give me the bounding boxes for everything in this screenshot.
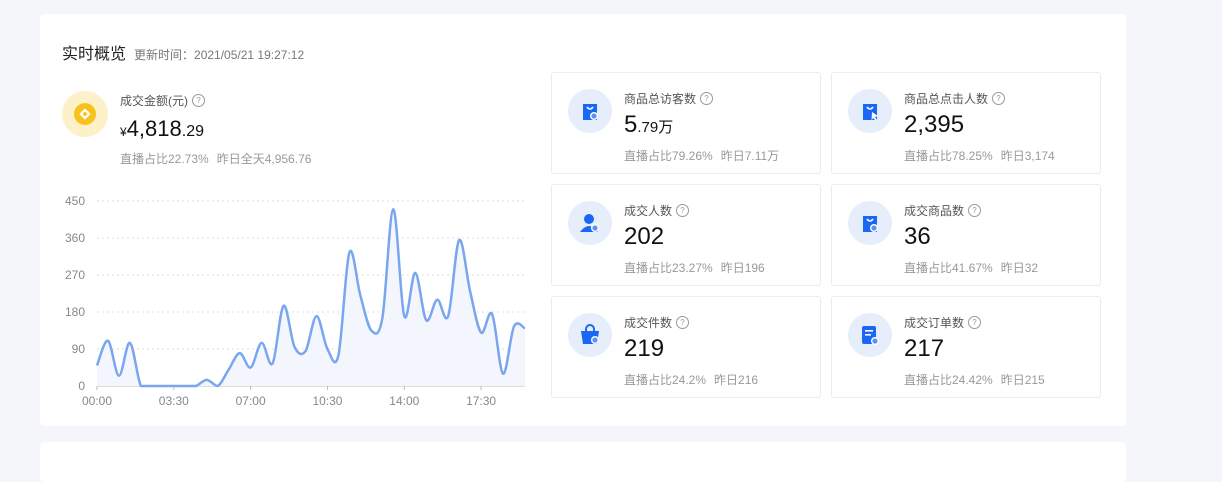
metric-label: 成交人数? [624, 202, 690, 219]
metric-value-main: 217 [904, 335, 945, 362]
metric-live-share: 直播占比24.42% [904, 373, 993, 387]
metric-subtext: 直播占比78.25% 昨日3,174 [904, 147, 1055, 164]
metric-card-buyers[interactable]: 成交人数? 202 直播占比23.27% 昨日196 [551, 184, 821, 286]
metric-value-main: 219 [624, 335, 665, 362]
bag-visitor-icon [568, 89, 612, 133]
metric-yesterday: 昨日32 [1000, 261, 1039, 275]
y-tick-label: 180 [65, 305, 85, 319]
gmv-value: ¥4,818.29 [120, 116, 204, 142]
metric-subtext: 直播占比79.26% 昨日7.11万 [624, 147, 779, 164]
gmv-label-text: 成交金额(元) [120, 94, 188, 108]
metric-subtext: 直播占比24.2% 昨日216 [624, 371, 758, 388]
metric-label: 成交件数? [624, 314, 690, 331]
metric-subtext: 直播占比23.27% 昨日196 [624, 259, 765, 276]
series-area [97, 209, 525, 386]
gmv-yesterday: 昨日全天4,956.76 [216, 152, 312, 166]
gmv-value-dec: .29 [181, 123, 204, 140]
metric-live-share: 直播占比41.67% [904, 261, 993, 275]
update-time: 更新时间：2021/05/21 19:27:12 [134, 48, 305, 62]
basket-yuan-icon [568, 313, 612, 357]
metric-value: 219 [624, 335, 664, 363]
metric-label: 成交商品数? [904, 202, 982, 219]
metric-label-text: 成交件数 [624, 316, 673, 330]
x-tick-label: 00:00 [82, 394, 112, 408]
currency-symbol: ¥ [120, 125, 127, 139]
help-icon[interactable]: ? [968, 316, 982, 329]
metric-live-share: 直播占比24.2% [624, 373, 707, 387]
y-tick-label: 270 [65, 268, 85, 282]
help-icon[interactable]: ? [192, 94, 205, 107]
metric-label: 商品总点击人数? [904, 90, 1006, 107]
metric-live-share: 直播占比78.25% [904, 149, 993, 163]
metric-yesterday: 昨日196 [720, 261, 765, 275]
metric-subtext: 直播占比41.67% 昨日32 [904, 259, 1038, 276]
metric-label-text: 商品总访客数 [624, 92, 697, 106]
realtime-overview-card: 实时概览 更新时间：2021/05/21 19:27:12 成交金额(元) ? … [40, 14, 1126, 426]
help-icon[interactable]: ? [992, 92, 1006, 105]
metric-card-clicks[interactable]: 商品总点击人数? 2,395 直播占比78.25% 昨日3,174 [831, 72, 1101, 174]
overview-header: 实时概览 更新时间：2021/05/21 19:27:12 [62, 40, 305, 63]
metric-value-main: 5 [624, 111, 638, 138]
metric-yesterday: 昨日7.11万 [720, 149, 780, 163]
y-tick-label: 360 [65, 231, 85, 245]
metric-label-text: 成交商品数 [904, 204, 965, 218]
y-tick-label: 450 [65, 194, 85, 208]
y-tick-label: 0 [78, 379, 85, 393]
x-tick-label: 14:00 [389, 394, 419, 408]
gmv-trend-chart: 0 90 180 270 360 450 00:00 03:30 07:00 10:30 14:00… [65, 194, 526, 408]
metric-value: 5.79万 [624, 111, 673, 139]
metric-value: 217 [904, 335, 944, 363]
x-tick-label: 07:00 [236, 394, 266, 408]
gmv-live-share: 直播占比22.73% [120, 152, 209, 166]
metric-live-share: 直播占比23.27% [624, 261, 713, 275]
x-tick-label: 10:30 [312, 394, 342, 408]
order-yuan-icon [848, 313, 892, 357]
metric-value-main: 202 [624, 223, 665, 250]
next-section-card [40, 442, 1126, 482]
metric-card-items[interactable]: 成交件数? 219 直播占比24.2% 昨日216 [551, 296, 821, 398]
metric-card-visitors[interactable]: 商品总访客数? 5.79万 直播占比79.26% 昨日7.11万 [551, 72, 821, 174]
gmv-label: 成交金额(元) ? [120, 92, 205, 109]
metric-value: 202 [624, 223, 664, 251]
metric-label-text: 成交人数 [624, 204, 673, 218]
metric-card-orders[interactable]: 成交订单数? 217 直播占比24.42% 昨日215 [831, 296, 1101, 398]
bag-yuan-icon [848, 201, 892, 245]
metric-label: 商品总访客数? [624, 90, 714, 107]
metric-value: 2,395 [904, 111, 964, 139]
metric-yesterday: 昨日216 [714, 373, 759, 387]
metric-label-text: 商品总点击人数 [904, 92, 989, 106]
gmv-subtext: 直播占比22.73% 昨日全天4,956.76 [120, 150, 311, 167]
metric-card-products[interactable]: 成交商品数? 36 直播占比41.67% 昨日32 [831, 184, 1101, 286]
metric-label-text: 成交订单数 [904, 316, 965, 330]
metric-value: 36 [904, 223, 931, 251]
x-tick-label: 17:30 [466, 394, 496, 408]
metric-live-share: 直播占比79.26% [624, 149, 713, 163]
user-yuan-icon [568, 201, 612, 245]
help-icon[interactable]: ? [676, 204, 690, 217]
metric-yesterday: 昨日3,174 [1000, 149, 1055, 163]
metric-value-main: 36 [904, 223, 931, 250]
x-tick-label: 03:30 [159, 394, 189, 408]
metric-subtext: 直播占比24.42% 昨日215 [904, 371, 1045, 388]
metric-value-main: 2,395 [904, 111, 965, 138]
y-tick-label: 90 [72, 342, 86, 356]
coin-icon [62, 91, 108, 137]
metric-label: 成交订单数? [904, 314, 982, 331]
help-icon[interactable]: ? [968, 204, 982, 217]
metric-value-small: .79万 [637, 119, 674, 136]
help-icon[interactable]: ? [676, 316, 690, 329]
metric-yesterday: 昨日215 [1000, 373, 1045, 387]
gmv-value-int: 4,818 [126, 116, 182, 141]
help-icon[interactable]: ? [700, 92, 714, 105]
bag-click-icon [848, 89, 892, 133]
page-title: 实时概览 [62, 46, 127, 63]
